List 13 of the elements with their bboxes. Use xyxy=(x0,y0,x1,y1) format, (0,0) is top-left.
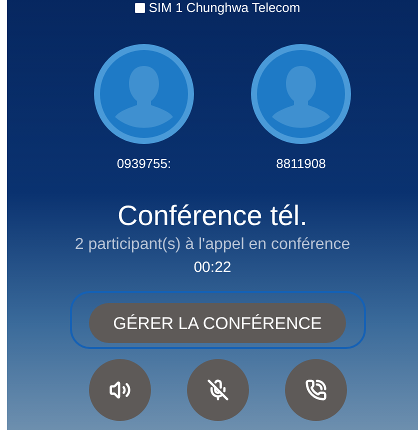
participant-number: 8811908 xyxy=(276,155,326,173)
avatar-silhouette-icon xyxy=(251,44,351,144)
mic-off-icon xyxy=(206,379,228,402)
speaker-icon xyxy=(108,379,130,402)
manage-conference-button[interactable]: GÉRER LA CONFÉRENCE xyxy=(89,303,346,344)
call-subtitle: 2 participant(s) à l'appel en conférence xyxy=(74,234,350,254)
call-title: Conférence tél. xyxy=(118,198,308,232)
participant-number: 0939755: xyxy=(116,155,172,173)
avatar-silhouette-icon xyxy=(94,44,194,144)
call-timer: 00:22 xyxy=(194,258,232,278)
phone-icon xyxy=(304,379,326,402)
sim-icon xyxy=(134,2,145,12)
sim-label: SIM 1 Chunghwa Telecom xyxy=(148,1,300,14)
